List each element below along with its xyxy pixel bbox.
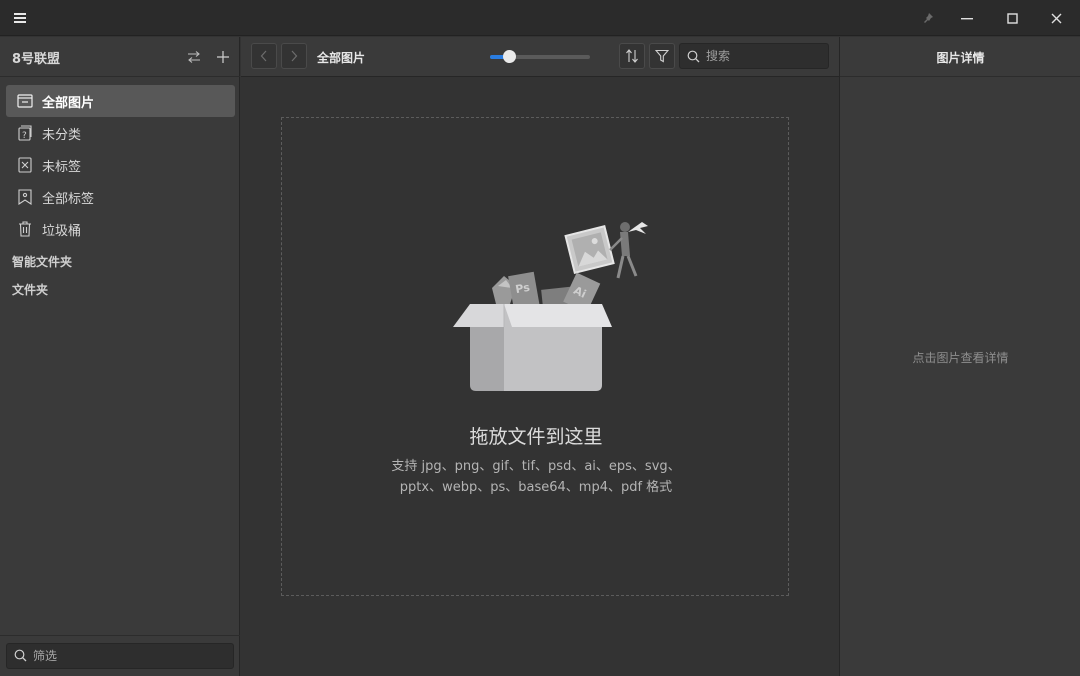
maximize-button[interactable] — [990, 0, 1034, 36]
details-header: 图片详情 — [840, 37, 1080, 77]
all-tags-icon — [16, 188, 34, 206]
close-icon — [1051, 13, 1061, 23]
title-bar — [0, 0, 1080, 36]
page-title: 全部图片 — [317, 51, 366, 65]
plus-icon — [217, 51, 229, 63]
drop-zone-title: 拖放文件到这里 — [469, 426, 603, 448]
sidebar-item-label: 垃圾桶 — [42, 223, 82, 239]
main-panel: 全部图片 搜索 Ps Ai 拖放文件到这里 支持 jpg、png、gif、tif… — [241, 37, 839, 676]
untagged-icon — [16, 156, 34, 174]
uncategorized-icon: ? — [16, 124, 34, 142]
supported-formats-line-1: 支持 jpg、png、gif、tif、psd、ai、eps、svg、 — [391, 459, 681, 474]
filter-input[interactable] — [33, 647, 229, 665]
sidebar-nav: 全部图片 ? 未分类 未标签 全部标签 垃圾桶 — [6, 85, 235, 245]
forward-button[interactable] — [281, 43, 307, 69]
sidebar-header: 8号联盟 — [0, 37, 240, 77]
sort-button[interactable] — [619, 43, 645, 69]
chevron-left-icon — [260, 50, 267, 62]
sort-icon — [626, 49, 638, 63]
hamburger-icon — [14, 13, 26, 23]
sidebar-item-uncategorized[interactable]: ? 未分类 — [6, 117, 235, 149]
svg-text:Ps: Ps — [514, 281, 531, 296]
swap-icon — [188, 51, 200, 63]
sidebar-item-trash[interactable]: 垃圾桶 — [6, 213, 235, 245]
divider — [0, 635, 240, 636]
pin-icon — [924, 13, 933, 23]
supported-formats: 支持 jpg、png、gif、tif、psd、ai、eps、svg、 pptx、… — [362, 456, 710, 498]
trash-icon — [16, 220, 34, 238]
library-name[interactable]: 8号联盟 — [12, 48, 60, 67]
close-button[interactable] — [1034, 0, 1078, 36]
filter-box[interactable] — [6, 643, 234, 669]
maximize-icon — [1006, 12, 1018, 24]
details-title: 图片详情 — [936, 51, 985, 65]
sidebar-item-all-images[interactable]: 全部图片 — [6, 85, 235, 117]
minimize-icon — [961, 18, 973, 20]
svg-text:?: ? — [22, 131, 27, 141]
smart-folders-section[interactable]: 智能文件夹 — [12, 253, 72, 270]
all-images-icon — [16, 92, 34, 110]
sidebar: 8号联盟 全部图片 ? 未分类 未标签 全部标签 垃圾桶 智能文件夹 文件夹 筛… — [0, 37, 240, 676]
switch-library-button[interactable] — [182, 45, 206, 69]
pin-button[interactable] — [906, 0, 950, 36]
search-icon — [14, 649, 27, 666]
zoom-slider-handle[interactable] — [503, 50, 516, 63]
chevron-right-icon — [291, 50, 298, 62]
add-button[interactable] — [211, 45, 235, 69]
back-button[interactable] — [251, 43, 277, 69]
sidebar-item-label: 未分类 — [42, 127, 82, 143]
sidebar-item-untagged[interactable]: 未标签 — [6, 149, 235, 181]
zoom-slider[interactable] — [490, 50, 590, 63]
sidebar-item-all-tags[interactable]: 全部标签 — [6, 181, 235, 213]
sidebar-item-label: 未标签 — [42, 159, 82, 175]
search-input[interactable] — [706, 47, 824, 65]
details-empty-hint: 点击图片查看详情 — [912, 351, 1009, 365]
toolbar: 全部图片 — [241, 37, 839, 77]
minimize-button[interactable] — [945, 0, 989, 36]
supported-formats-line-2: pptx、webp、ps、base64、mp4、pdf 格式 — [399, 480, 673, 495]
sidebar-item-label: 全部图片 — [42, 95, 95, 111]
drop-zone[interactable]: Ps Ai 拖放文件到这里 支持 jpg、png、gif、tif、psd、ai、… — [281, 117, 789, 596]
filter-button[interactable] — [649, 43, 675, 69]
search-icon — [687, 50, 700, 67]
drop-files-illustration: Ps Ai — [453, 222, 648, 391]
folders-section[interactable]: 文件夹 — [12, 281, 48, 298]
details-panel: 图片详情 点击图片查看详情 — [839, 37, 1080, 676]
filter-icon — [655, 49, 669, 63]
sidebar-item-label: 全部标签 — [42, 191, 95, 207]
hamburger-menu-button[interactable] — [8, 6, 32, 30]
search-box[interactable] — [679, 43, 829, 69]
